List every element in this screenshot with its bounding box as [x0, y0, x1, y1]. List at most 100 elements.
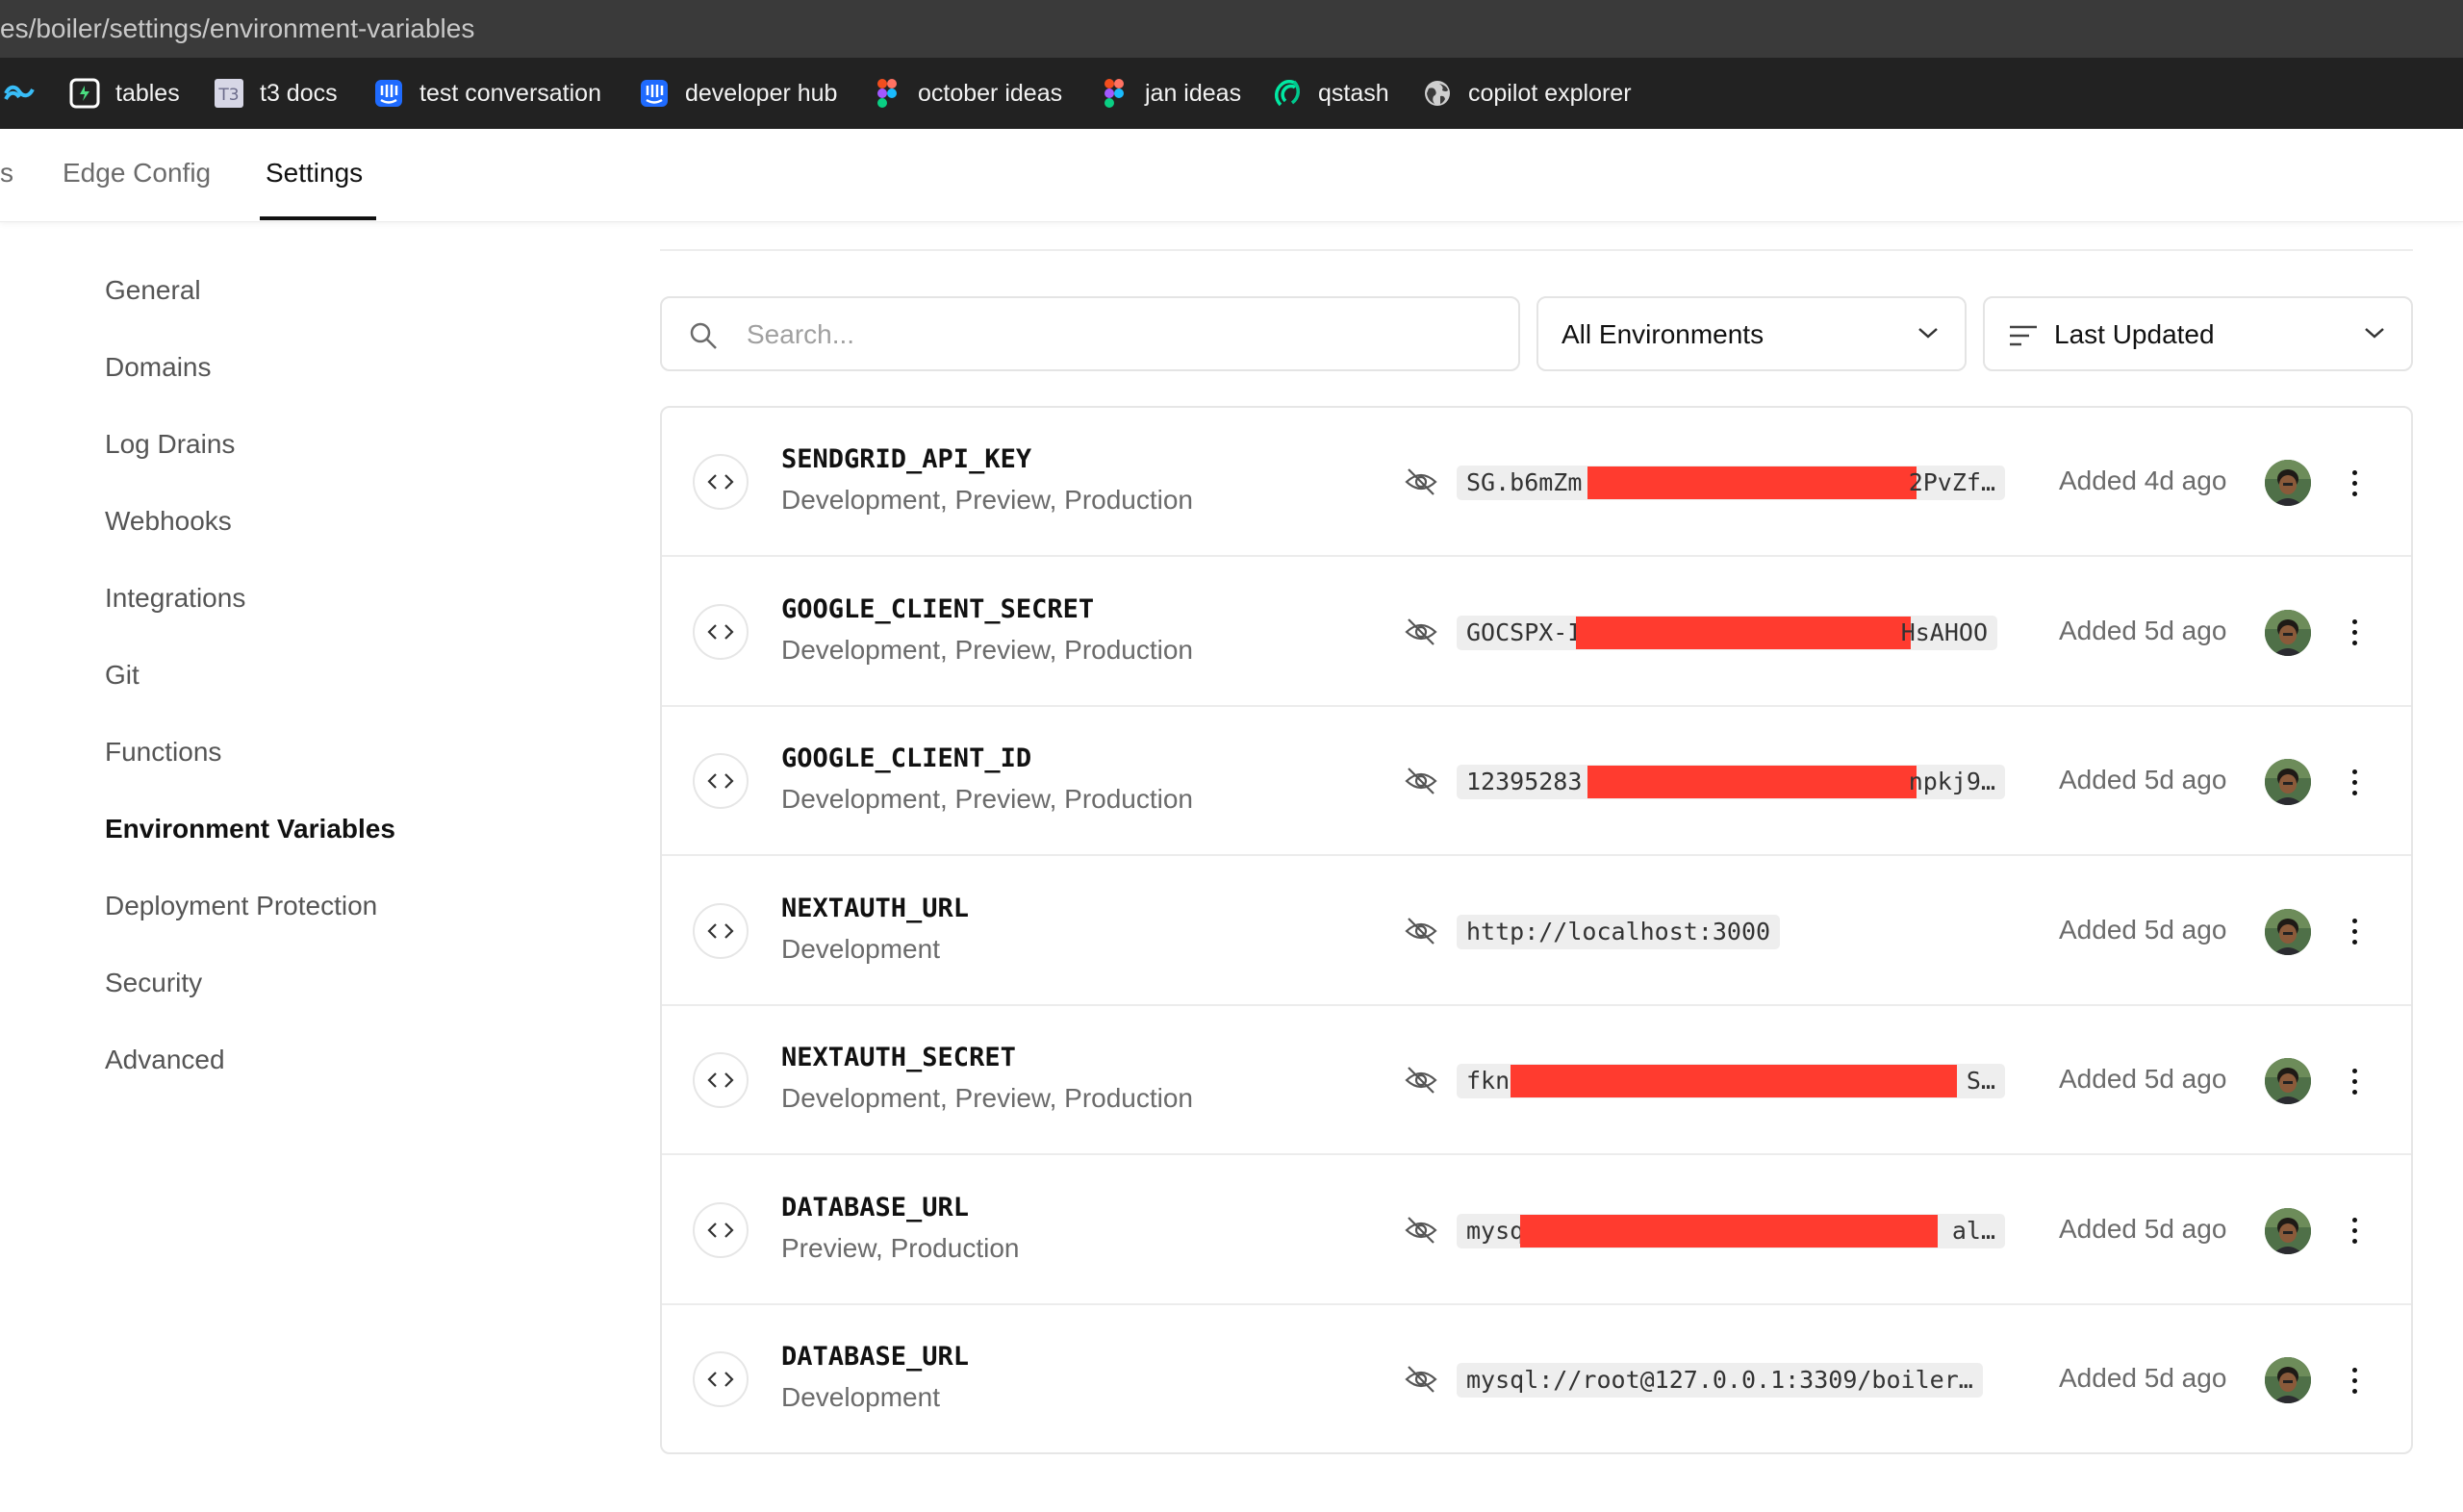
env-var-environments: Development, Preview, Production [781, 634, 1193, 665]
t3-icon: T3 [214, 78, 244, 109]
avatar[interactable] [2265, 1058, 2311, 1104]
eye-off-icon[interactable] [1403, 614, 1439, 650]
value-suffix: al… [1951, 1216, 1995, 1245]
env-var-environments: Development, Preview, Production [781, 485, 1193, 515]
avatar[interactable] [2265, 460, 2311, 506]
redaction-bar [1520, 1214, 1938, 1247]
sidebar-item-git[interactable]: Git [105, 660, 140, 691]
globe-icon [1422, 78, 1453, 109]
bookmark-label: t3 docs [260, 79, 338, 107]
env-var-environments: Development [781, 933, 940, 964]
redaction-bar [1511, 1065, 1957, 1097]
avatar[interactable] [2265, 1207, 2311, 1254]
env-var-row[interactable]: DATABASE_URL Development mysql://root@12… [662, 1305, 2411, 1452]
bookmark-qstash[interactable]: qstash [1272, 58, 1389, 129]
bookmark-label: test conversation [419, 79, 601, 107]
search-placeholder[interactable]: Search... [747, 319, 854, 350]
code-icon [693, 1351, 749, 1407]
value-prefix: SG.b6mZm [1466, 468, 1583, 496]
sidebar-item-webhooks[interactable]: Webhooks [105, 506, 232, 537]
figma-icon [1099, 78, 1130, 109]
value-suffix: HsAHOO [1900, 617, 1988, 646]
value-prefix: http://localhost:3000 [1466, 917, 1771, 945]
value-prefix: mysq [1466, 1216, 1525, 1245]
environment-select[interactable]: All Environments [1536, 296, 1967, 371]
bookmark-label: jan ideas [1145, 79, 1242, 107]
search-field[interactable]: Search... [660, 296, 1520, 371]
env-var-name: DATABASE_URL [781, 1192, 970, 1222]
sidebar-item-environment-variables[interactable]: Environment Variables [105, 814, 395, 844]
section-divider [660, 249, 2413, 251]
tab-partial[interactable]: s [0, 158, 13, 189]
bookmark-tailwind[interactable] [4, 58, 50, 129]
more-options-icon[interactable] [2340, 612, 2369, 654]
avatar[interactable] [2265, 908, 2311, 955]
added-timestamp: Added 5d ago [2059, 615, 2227, 645]
env-var-value[interactable]: GOCSPX-I HsAHOO [1457, 615, 1997, 650]
eye-off-icon[interactable] [1403, 913, 1439, 949]
sidebar-item-integrations[interactable]: Integrations [105, 583, 245, 614]
bookmark-developer-hub[interactable]: developer hub [639, 58, 837, 129]
address-bar[interactable]: es/boiler/settings/environment-variables [0, 0, 2463, 58]
more-options-icon[interactable] [2340, 462, 2369, 504]
code-icon [693, 753, 749, 809]
tab-edge-config[interactable]: Edge Config [63, 158, 211, 189]
env-var-row[interactable]: GOOGLE_CLIENT_ID Development, Preview, P… [662, 707, 2411, 856]
eye-off-icon[interactable] [1403, 1062, 1439, 1098]
more-options-icon[interactable] [2340, 1210, 2369, 1252]
env-var-value[interactable]: mysql://root@127.0.0.1:3309/boiler… [1457, 1363, 1983, 1398]
code-icon [693, 902, 749, 959]
env-var-name: GOOGLE_CLIENT_ID [781, 743, 1032, 773]
redaction-bar [1587, 466, 1917, 499]
sidebar-item-security[interactable]: Security [105, 968, 202, 998]
value-suffix: S… [1966, 1067, 1995, 1095]
sidebar-item-domains[interactable]: Domains [105, 352, 211, 383]
sort-select[interactable]: Last Updated [1983, 296, 2413, 371]
env-var-value[interactable]: 12395283 npkj9… [1457, 765, 2005, 799]
added-timestamp: Added 4d ago [2059, 466, 2227, 495]
env-var-value[interactable]: http://localhost:3000 [1457, 914, 1781, 949]
url-text[interactable]: es/boiler/settings/environment-variables [0, 13, 474, 44]
more-options-icon[interactable] [2340, 911, 2369, 953]
env-var-row[interactable]: DATABASE_URL Preview, Production mysq al…… [662, 1156, 2411, 1305]
env-var-row[interactable]: SENDGRID_API_KEY Development, Preview, P… [662, 408, 2411, 557]
eye-off-icon[interactable] [1403, 1212, 1439, 1248]
eye-off-icon[interactable] [1403, 464, 1439, 500]
avatar[interactable] [2265, 1357, 2311, 1403]
sidebar-item-advanced[interactable]: Advanced [105, 1045, 225, 1075]
eye-off-icon[interactable] [1403, 763, 1439, 799]
sidebar-item-functions[interactable]: Functions [105, 737, 221, 768]
env-var-name: NEXTAUTH_URL [781, 893, 970, 923]
env-var-value[interactable]: mysq al… [1457, 1213, 2005, 1248]
eye-off-icon[interactable] [1403, 1361, 1439, 1398]
sidebar-item-log-drains[interactable]: Log Drains [105, 429, 235, 460]
env-var-row[interactable]: NEXTAUTH_URL Development http://localhos… [662, 857, 2411, 1006]
value-prefix: fkn [1466, 1067, 1511, 1095]
more-options-icon[interactable] [2340, 761, 2369, 803]
env-var-environments: Development [781, 1382, 940, 1412]
env-var-name: GOOGLE_CLIENT_SECRET [781, 593, 1095, 624]
bookmark-test-conversation[interactable]: test conversation [373, 58, 601, 129]
avatar[interactable] [2265, 609, 2311, 656]
sidebar-item-deployment-protection[interactable]: Deployment Protection [105, 891, 377, 921]
bookmark-t3-docs[interactable]: T3 t3 docs [214, 58, 338, 129]
bookmark-october-ideas[interactable]: october ideas [872, 58, 1062, 129]
env-var-value[interactable]: SG.b6mZm 2PvZf… [1457, 466, 2005, 500]
env-var-row[interactable]: GOOGLE_CLIENT_SECRET Development, Previe… [662, 558, 2411, 707]
value-suffix: 2PvZf… [1908, 468, 1995, 496]
bookmark-tables[interactable]: tables [69, 58, 180, 129]
env-var-value[interactable]: fkn S… [1457, 1064, 2005, 1098]
bookmark-jan-ideas[interactable]: jan ideas [1099, 58, 1241, 129]
avatar[interactable] [2265, 759, 2311, 805]
sidebar-item-general[interactable]: General [105, 275, 201, 306]
tab-settings[interactable]: Settings [266, 158, 363, 189]
bookmark-label: qstash [1318, 79, 1389, 107]
value-prefix: mysql://root@127.0.0.1:3309/boiler… [1466, 1366, 1973, 1394]
more-options-icon[interactable] [2340, 1359, 2369, 1401]
more-options-icon[interactable] [2340, 1060, 2369, 1102]
env-var-row[interactable]: NEXTAUTH_SECRET Development, Preview, Pr… [662, 1006, 2411, 1155]
intercom-icon [639, 78, 670, 109]
bookmark-label: developer hub [685, 79, 838, 107]
added-timestamp: Added 5d ago [2059, 765, 2227, 794]
bookmark-copilot-explorer[interactable]: copilot explorer [1422, 58, 1632, 129]
